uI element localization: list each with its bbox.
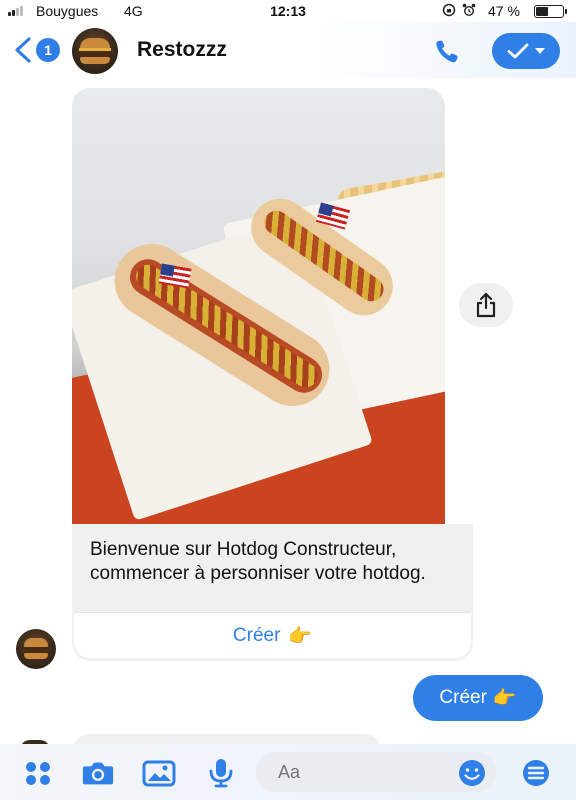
avatar[interactable] — [72, 28, 118, 74]
share-button[interactable] — [459, 283, 513, 327]
menu-icon[interactable] — [519, 758, 553, 788]
gallery-icon[interactable] — [142, 758, 176, 788]
camera-icon[interactable] — [81, 758, 115, 788]
chevron-down-icon — [535, 47, 545, 54]
hotdog-photo[interactable] — [72, 88, 445, 524]
battery-percent: 47 % — [488, 3, 520, 19]
message-list[interactable]: Bienvenue sur Hotdog Constructeur, comme… — [0, 78, 576, 754]
pointing-hand-icon: 👉 — [288, 625, 313, 647]
phone-icon[interactable] — [432, 38, 466, 66]
battery-level-fill — [536, 7, 549, 16]
status-icons — [442, 3, 476, 17]
check-icon — [507, 43, 529, 59]
status-bar: Bouygues 4G 12:13 47 % — [0, 0, 576, 22]
emoji-icon[interactable] — [455, 758, 489, 788]
battery-icon — [534, 5, 567, 18]
create-card-button[interactable]: Créer 👉 — [74, 612, 471, 658]
sender-avatar[interactable] — [16, 629, 56, 669]
card-button-label: Créer — [232, 624, 281, 646]
back-icon[interactable] — [12, 36, 34, 64]
unread-count-badge[interactable]: 1 — [36, 38, 60, 62]
lock-rotation-icon — [442, 3, 456, 17]
received-message-text: Bienvenue sur Hotdog Constructeur, comme… — [90, 539, 426, 584]
composer-bar — [0, 744, 576, 800]
actions-button[interactable] — [492, 33, 560, 69]
sent-message-text: Créer — [439, 687, 487, 708]
page-title[interactable]: Restozzz — [137, 38, 227, 62]
pointing-hand-icon: 👉 — [492, 688, 517, 709]
received-message-card: Bienvenue sur Hotdog Constructeur, comme… — [72, 524, 473, 661]
microphone-icon[interactable] — [204, 758, 238, 788]
apps-icon[interactable] — [21, 758, 55, 788]
share-icon — [476, 292, 496, 318]
alarm-icon — [462, 3, 476, 16]
sent-message[interactable]: Créer 👉 — [413, 675, 543, 721]
conversation-header: 1 Restozzz — [0, 22, 576, 78]
